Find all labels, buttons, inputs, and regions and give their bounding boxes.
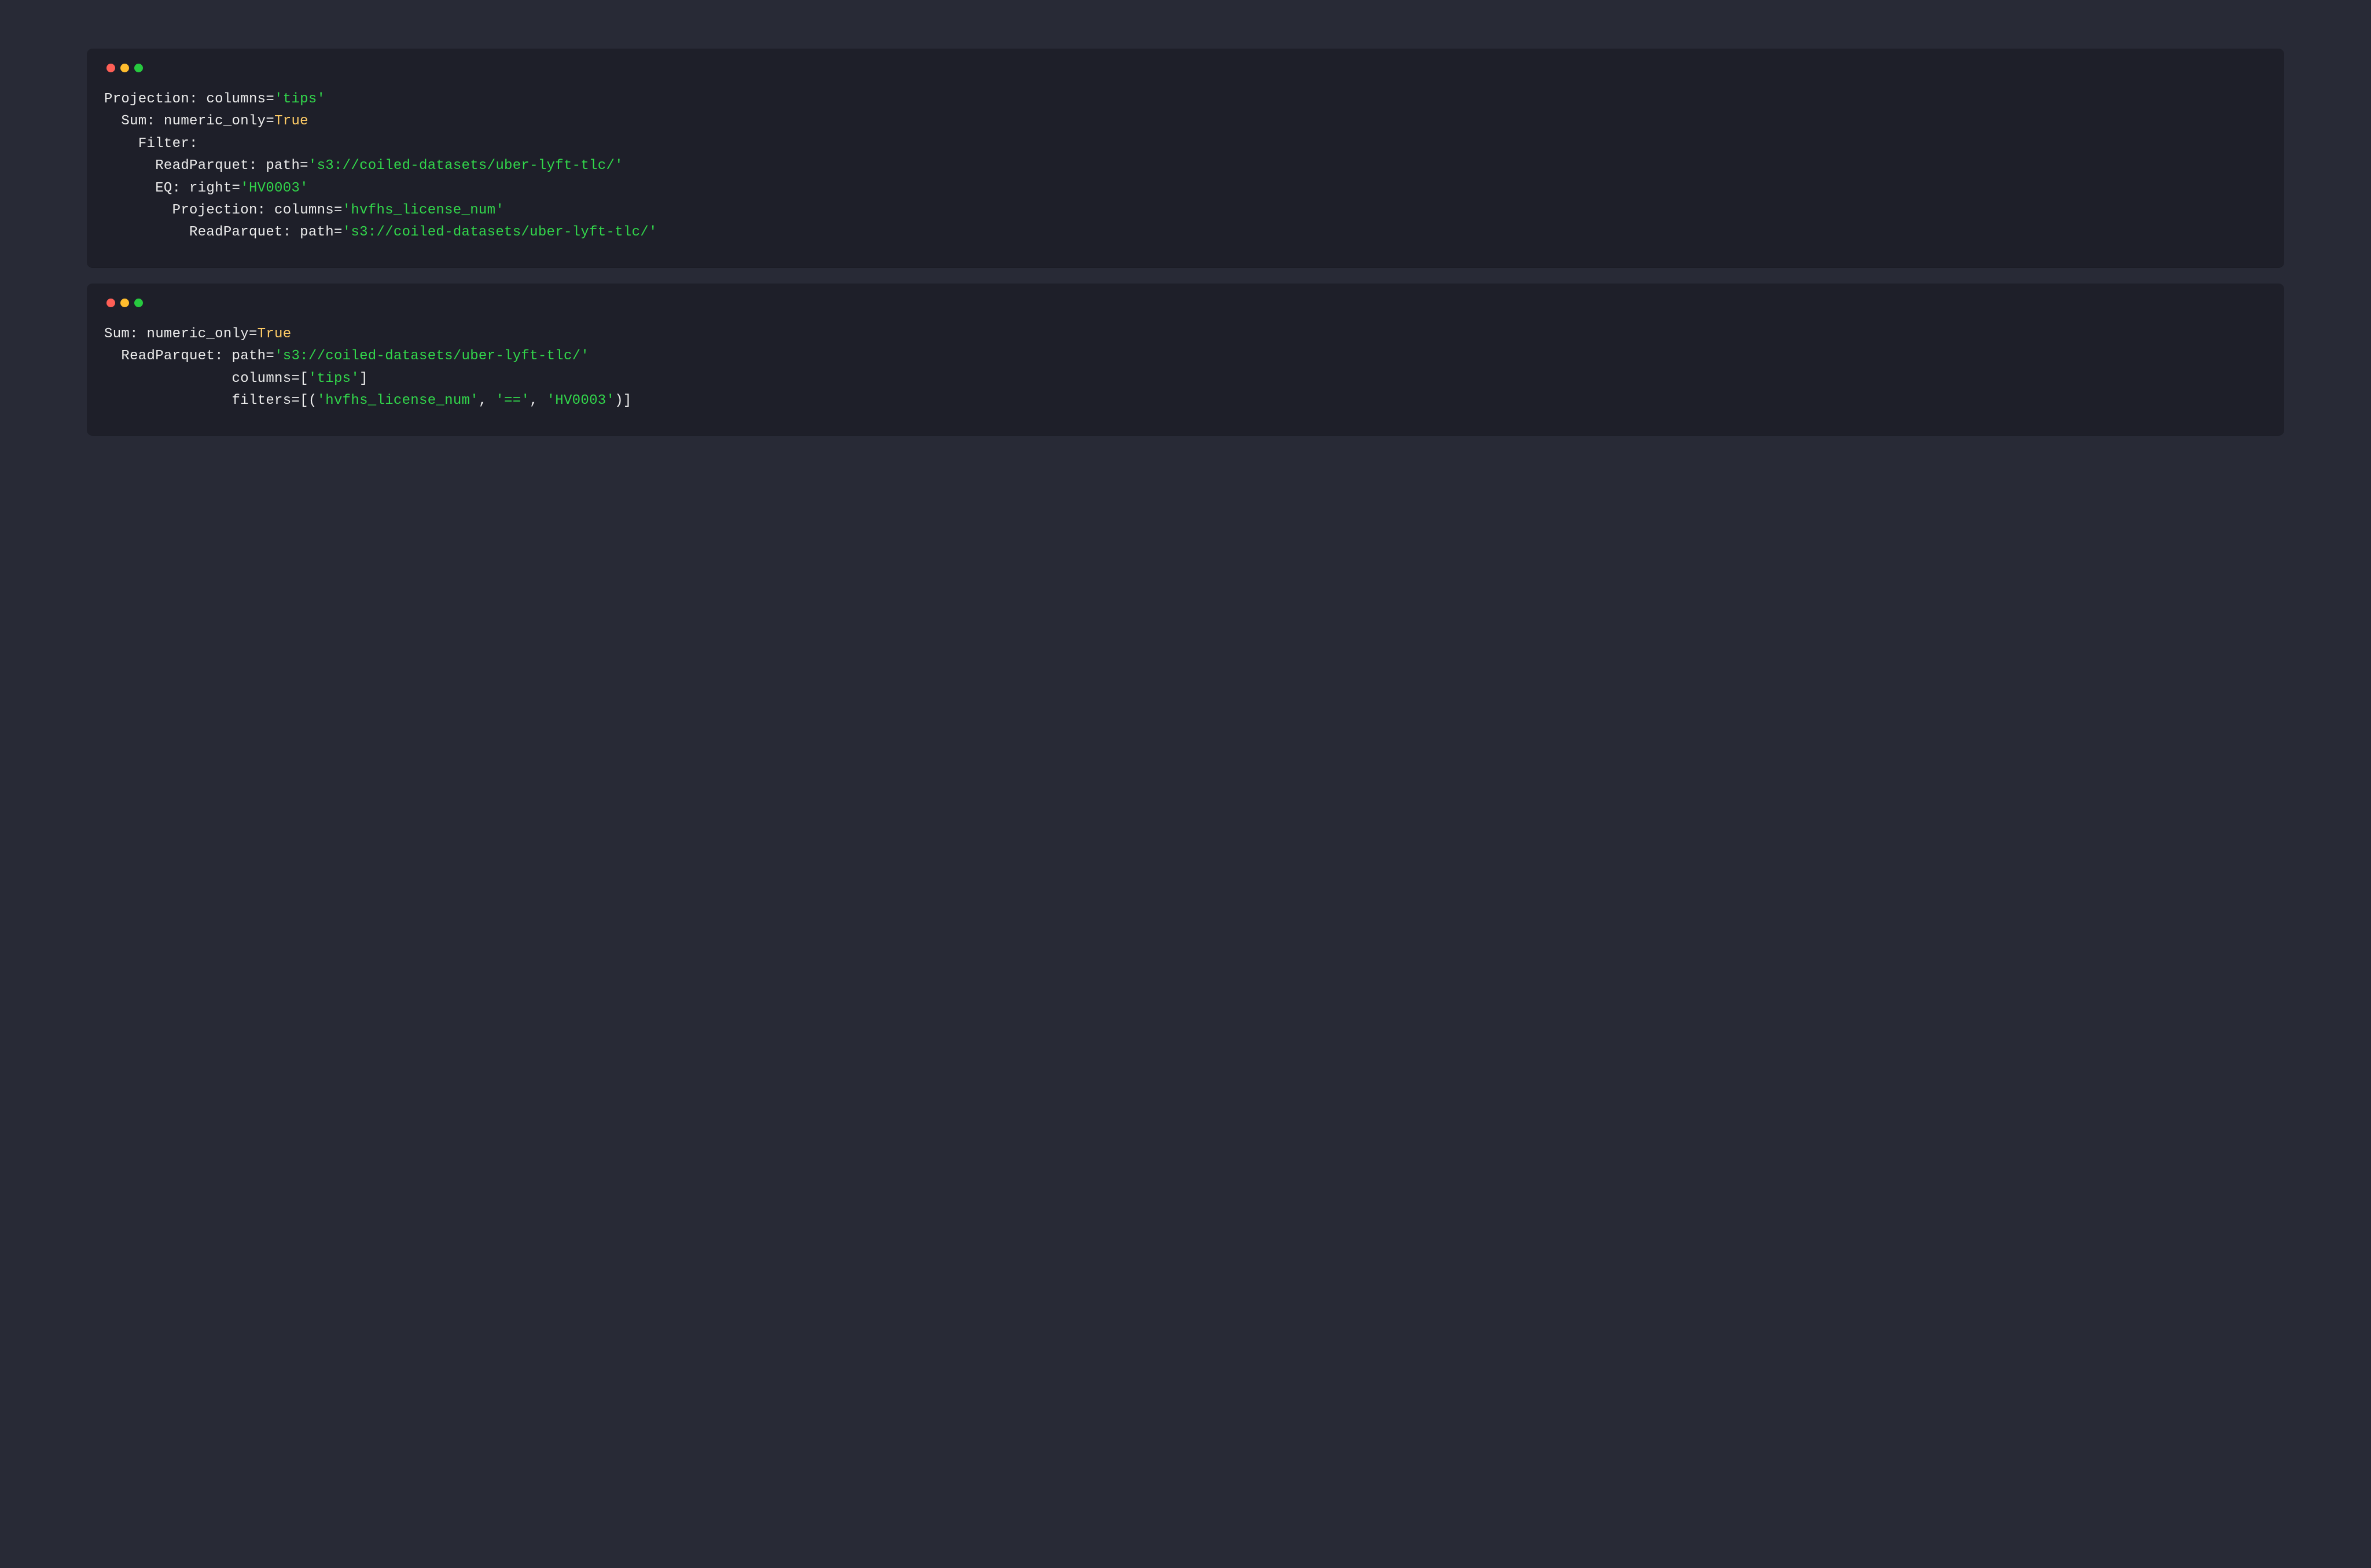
code-token: 's3://coiled-datasets/uber-lyft-tlc/': [274, 348, 589, 364]
code-token: ReadParquet: path=: [189, 224, 343, 240]
code-panel-top: Projection: columns='tips' Sum: numeric_…: [87, 49, 2284, 267]
code-token: True: [258, 326, 292, 342]
code-token: ,: [530, 393, 546, 408]
code-token: 'hvfhs_license_num': [343, 203, 504, 218]
code-token: Filter:: [138, 136, 198, 152]
code-token: 'hvfhs_license_num': [317, 393, 479, 408]
code-token: )]: [615, 393, 631, 408]
code-token: ReadParquet: path=: [155, 158, 308, 174]
close-icon: [106, 64, 115, 72]
code-token: 'tips': [274, 91, 325, 107]
code-token: EQ: right=: [155, 181, 240, 196]
minimize-icon: [120, 64, 129, 72]
code-block: Projection: columns='tips' Sum: numeric_…: [104, 89, 2267, 244]
code-token: Sum: numeric_only=: [121, 113, 274, 129]
code-token: ReadParquet: path=: [121, 348, 274, 364]
zoom-icon: [134, 299, 143, 307]
code-token: '==': [495, 393, 530, 408]
close-icon: [106, 299, 115, 307]
code-token: filters=[(: [232, 393, 317, 408]
code-token: columns=[: [232, 371, 308, 387]
code-token: 'HV0003': [240, 181, 308, 196]
window-controls: [104, 296, 2267, 315]
code-token: ]: [359, 371, 368, 387]
code-token: 'HV0003': [547, 393, 615, 408]
code-token: Projection: columns=: [172, 203, 343, 218]
zoom-icon: [134, 64, 143, 72]
code-token: Projection: columns=: [104, 91, 274, 107]
code-token: 'tips': [308, 371, 359, 387]
code-block: Sum: numeric_only=True ReadParquet: path…: [104, 323, 2267, 413]
minimize-icon: [120, 299, 129, 307]
code-token: 's3://coiled-datasets/uber-lyft-tlc/': [308, 158, 623, 174]
code-token: 's3://coiled-datasets/uber-lyft-tlc/': [343, 224, 657, 240]
code-token: True: [274, 113, 308, 129]
window-controls: [104, 61, 2267, 80]
code-token: Sum: numeric_only=: [104, 326, 258, 342]
code-token: ,: [479, 393, 495, 408]
code-panel-bottom: Sum: numeric_only=True ReadParquet: path…: [87, 284, 2284, 436]
